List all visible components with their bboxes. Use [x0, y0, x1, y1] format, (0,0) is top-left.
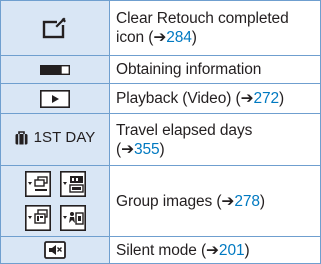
description-cell: Travel elapsed days (➔355)	[109, 113, 321, 166]
description-cell: Obtaining information	[109, 55, 321, 84]
page-reference-link[interactable]: 272	[253, 90, 279, 107]
icon-legend-table: Clear Retouch completed icon (➔284) Obta…	[0, 0, 321, 264]
group-interval-icon	[59, 205, 86, 231]
table-row: Group images (➔278)	[0, 165, 321, 237]
description-text: Silent mode (	[116, 241, 207, 259]
icon-cell	[0, 55, 110, 84]
description-cell: Clear Retouch completed icon (➔284)	[109, 0, 321, 56]
group-icons-grid	[24, 171, 86, 231]
description-text: Travel elapsed days	[116, 121, 253, 139]
description-text: icon (	[116, 29, 154, 46]
table-row: 1ST DAY Travel elapsed days (➔355)	[0, 113, 321, 166]
group-burst-icon	[24, 171, 51, 197]
obtaining-information-icon	[40, 64, 70, 75]
page-reference-link[interactable]: 278	[234, 193, 260, 210]
icon-cell	[0, 165, 110, 237]
page-ref-arrow: ➔	[240, 90, 254, 107]
travel-suitcase-icon	[15, 130, 28, 145]
playback-video-icon	[40, 89, 70, 108]
travel-days-label: 1ST DAY	[33, 129, 96, 147]
page-ref-arrow: ➔	[121, 140, 134, 158]
description-text: Group images (	[116, 192, 222, 210]
description-cell: Group images (➔278)	[109, 165, 321, 237]
clear-retouch-completed-icon	[42, 17, 66, 39]
table-row: Silent mode (➔201)	[0, 236, 321, 264]
page-reference-link[interactable]: 284	[166, 29, 192, 46]
icon-cell: 1ST DAY	[0, 113, 110, 166]
description-text: Obtaining information	[116, 61, 262, 78]
icon-cell	[0, 236, 110, 264]
page-ref-arrow: ➔	[153, 29, 167, 46]
table-row: Obtaining information	[0, 55, 321, 84]
silent-mode-icon	[44, 241, 66, 259]
page-ref-arrow: ➔	[221, 192, 235, 210]
page-ref-arrow: ➔	[206, 241, 219, 259]
icon-cell	[0, 0, 110, 56]
table-row: Clear Retouch completed icon (➔284)	[0, 0, 321, 56]
description-text: Playback (Video) (	[116, 90, 241, 107]
description-cell: Playback (Video) (➔272)	[109, 83, 321, 114]
group-4k-icon	[59, 171, 86, 197]
group-focus-stacking-icon	[24, 205, 51, 231]
page-reference-link[interactable]: 355	[134, 141, 160, 158]
description-text: Clear Retouch completed	[116, 10, 289, 27]
icon-cell	[0, 83, 110, 114]
description-cell: Silent mode (➔201)	[109, 236, 321, 264]
table-row: Playback (Video) (➔272)	[0, 83, 321, 114]
page-reference-link[interactable]: 201	[219, 242, 245, 259]
